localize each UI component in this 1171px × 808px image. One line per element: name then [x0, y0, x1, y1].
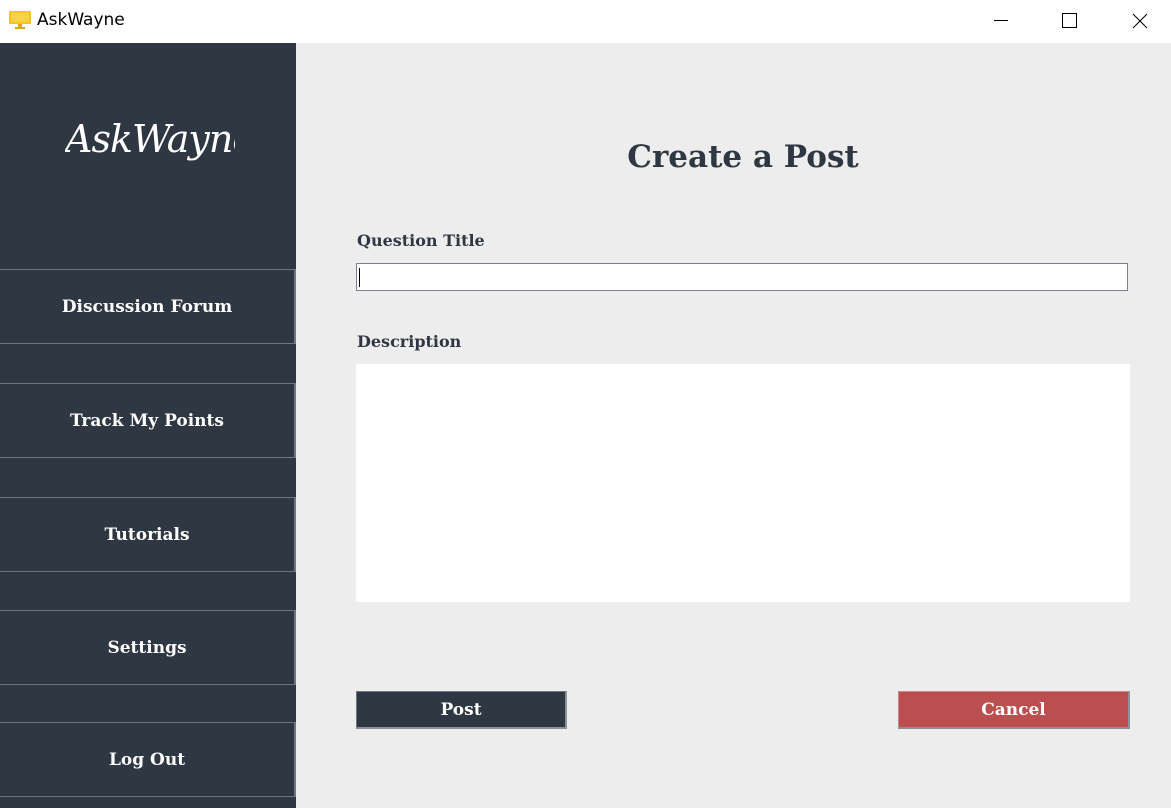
description-textarea[interactable] — [356, 364, 1130, 602]
sidebar-item-track-my-points[interactable]: Track My Points — [0, 383, 296, 458]
sidebar-item-settings[interactable]: Settings — [0, 610, 296, 685]
monitor-icon — [9, 11, 31, 29]
question-title-input[interactable] — [356, 263, 1128, 291]
minimize-icon[interactable] — [978, 0, 1024, 43]
sidebar: AskWayne Discussion Forum Track My Point… — [0, 43, 296, 808]
sidebar-item-label: Track My Points — [70, 410, 224, 431]
brand-logo: AskWayne — [0, 117, 296, 170]
cancel-button-label: Cancel — [981, 699, 1046, 720]
cancel-button[interactable]: Cancel — [898, 691, 1130, 729]
sidebar-item-label: Settings — [107, 637, 187, 658]
sidebar-item-discussion-forum[interactable]: Discussion Forum — [0, 269, 296, 344]
close-icon[interactable] — [1117, 0, 1163, 43]
sidebar-item-label: Log Out — [108, 749, 186, 770]
window-titlebar: AskWayne — [0, 0, 1171, 43]
sidebar-item-label: Tutorials — [104, 524, 190, 545]
page-title: Create a Post — [627, 139, 859, 175]
text-caret — [359, 268, 360, 287]
sidebar-item-log-out[interactable]: Log Out — [0, 722, 296, 797]
brand-text: AskWayne — [65, 117, 235, 161]
main-content: Create a Post Question Title Description… — [296, 43, 1171, 808]
post-button[interactable]: Post — [356, 691, 567, 729]
question-title-label: Question Title — [357, 231, 485, 250]
sidebar-item-tutorials[interactable]: Tutorials — [0, 497, 296, 572]
post-button-label: Post — [440, 699, 482, 720]
window-title: AskWayne — [37, 10, 125, 30]
maximize-icon[interactable] — [1046, 0, 1092, 43]
description-label: Description — [357, 332, 462, 351]
sidebar-item-label: Discussion Forum — [61, 296, 233, 317]
